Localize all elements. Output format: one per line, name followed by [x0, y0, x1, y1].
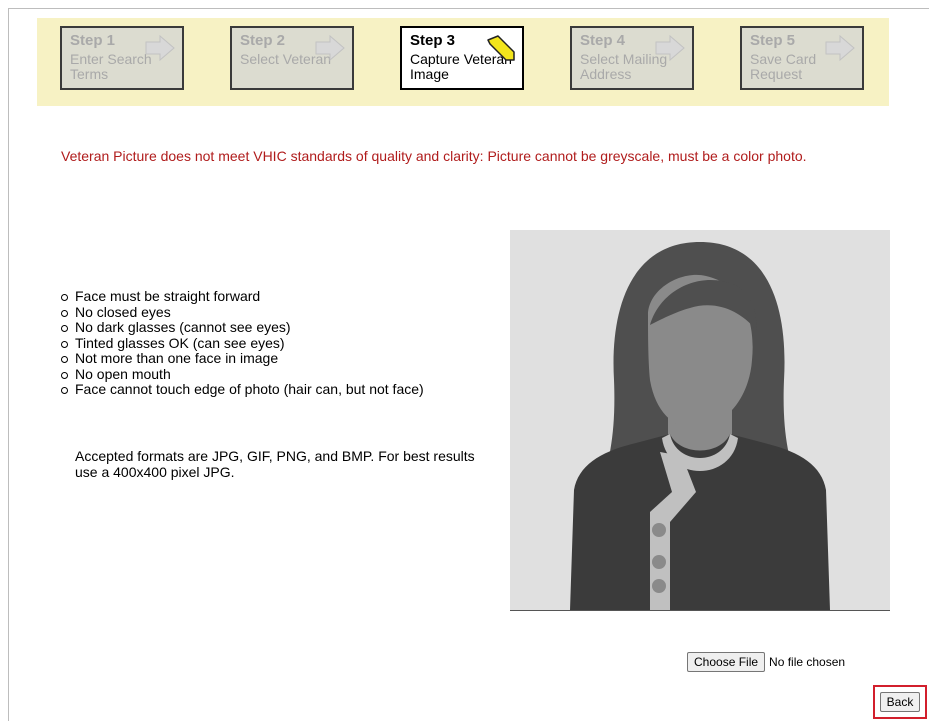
accepted-formats-note: Accepted formats are JPG, GIF, PNG, and … — [75, 448, 475, 480]
wizard-step-3[interactable]: Step 3 Capture Veteran Image — [400, 26, 524, 90]
arrow-down-right-icon — [487, 35, 515, 61]
list-item: Face must be straight forward — [61, 288, 424, 305]
frame-top-border — [8, 8, 929, 9]
file-upload-row: Choose File No file chosen — [687, 652, 845, 672]
wizard-steps-banner: Step 1 Enter Search Terms Step 2 Select … — [37, 18, 889, 106]
wizard-step-5[interactable]: Step 5 Save Card Request — [740, 26, 864, 90]
list-item: Tinted glasses OK (can see eyes) — [61, 335, 424, 352]
arrow-right-icon — [315, 34, 345, 62]
veteran-photo-preview — [510, 230, 890, 611]
arrow-right-icon — [655, 34, 685, 62]
back-button[interactable]: Back — [879, 692, 921, 712]
list-item: No open mouth — [61, 366, 424, 383]
wizard-step-1[interactable]: Step 1 Enter Search Terms — [60, 26, 184, 90]
wizard-step-4[interactable]: Step 4 Select Mailing Address — [570, 26, 694, 90]
file-status-text: No file chosen — [769, 655, 846, 669]
list-item: Face cannot touch edge of photo (hair ca… — [61, 381, 424, 398]
arrow-right-icon — [825, 34, 855, 62]
list-item: Not more than one face in image — [61, 350, 424, 367]
choose-file-button[interactable]: Choose File — [687, 652, 766, 672]
list-item: No dark glasses (cannot see eyes) — [61, 319, 424, 336]
frame-left-border — [8, 8, 9, 721]
back-button-highlight: Back — [873, 685, 927, 719]
silhouette-placeholder-icon — [570, 242, 830, 610]
list-item: No closed eyes — [61, 304, 424, 321]
arrow-right-icon — [145, 34, 175, 62]
wizard-step-2[interactable]: Step 2 Select Veteran — [230, 26, 354, 90]
photo-requirements-list: Face must be straight forward No closed … — [61, 288, 424, 398]
error-message: Veteran Picture does not meet VHIC stand… — [61, 148, 807, 164]
